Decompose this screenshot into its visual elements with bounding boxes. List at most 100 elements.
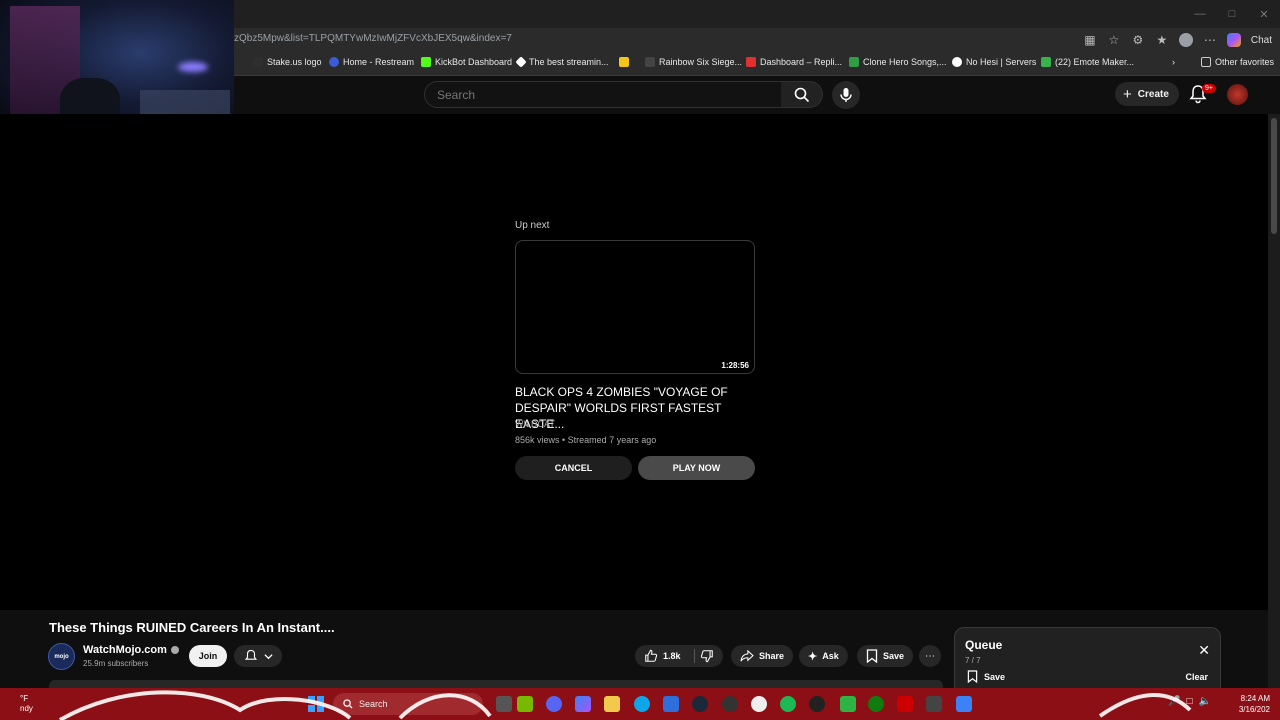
create-button[interactable]: + Create	[1115, 82, 1179, 106]
bookmark-item[interactable]: Home - Restream	[329, 57, 414, 67]
window-controls: — □ ✕	[1184, 0, 1280, 28]
edge-icon[interactable]	[634, 696, 650, 712]
spotify-icon[interactable]	[780, 696, 796, 712]
extensions-icon[interactable]: ⚙	[1131, 33, 1145, 47]
join-button[interactable]: Join	[189, 645, 227, 667]
b-app-icon[interactable]	[840, 696, 856, 712]
profile-avatar[interactable]	[1178, 33, 1193, 47]
chat-label[interactable]: Chat	[1251, 35, 1272, 46]
file-explorer-icon[interactable]	[604, 696, 620, 712]
bookmark-label: Rainbow Six Siege...	[659, 57, 743, 67]
bookmark-item[interactable]: The best streamin...	[515, 56, 609, 68]
channel-name-row[interactable]: WatchMojo.com	[83, 644, 179, 656]
bookmark-favicon	[421, 57, 431, 67]
youtube-header: + Create 9+	[234, 76, 1280, 114]
bookmark-favicon	[1041, 57, 1051, 67]
settings-icon[interactable]	[751, 696, 767, 712]
favorites-icon[interactable]: ★	[1155, 33, 1169, 47]
taskbar-clock[interactable]: 8:24 AM 3/16/202	[1228, 693, 1270, 715]
bookmark-item[interactable]: No Hesi | Servers	[952, 57, 1036, 67]
p-app-icon[interactable]	[926, 696, 942, 712]
channel-avatar[interactable]: mojo	[48, 643, 75, 670]
like-count[interactable]: 1.8k	[663, 651, 681, 661]
app-available-icon[interactable]: ▦	[1083, 33, 1097, 47]
queue-save-label: Save	[984, 671, 1006, 682]
search-box[interactable]	[424, 81, 782, 108]
voice-search-button[interactable]	[832, 81, 860, 109]
steam-icon[interactable]	[692, 696, 708, 712]
favorite-star-icon[interactable]: ☆	[1107, 33, 1121, 47]
channel-name[interactable]: WatchMojo.com	[83, 644, 167, 656]
xbox-icon[interactable]	[868, 696, 884, 712]
page-scrollbar[interactable]	[1268, 114, 1280, 688]
taskbar-search[interactable]: Search	[333, 693, 483, 715]
maximize-icon[interactable]: □	[1216, 0, 1248, 28]
microphone-icon[interactable]: 🎤	[1168, 696, 1180, 707]
weather-widget[interactable]: °F ndy	[20, 694, 33, 714]
bookmark-label: Dashboard – Repli...	[760, 57, 843, 67]
video-title: These Things RUINED Careers In An Instan…	[49, 620, 335, 635]
ask-label: Ask	[822, 651, 839, 661]
copilot-icon[interactable]	[1226, 33, 1241, 47]
bookmark-label: Stake.us logo	[267, 57, 322, 67]
webcam-light	[178, 62, 208, 72]
taskview-icon[interactable]	[496, 696, 512, 712]
bookmark-icon	[866, 649, 878, 663]
windows-start-icon[interactable]	[308, 696, 324, 712]
copilot-icon[interactable]	[575, 696, 591, 712]
bookmark-item[interactable]: Clone Hero Songs,...	[849, 57, 947, 67]
save-button[interactable]: Save	[857, 645, 914, 667]
search-input[interactable]	[425, 82, 781, 107]
clock-date: 3/16/202	[1238, 705, 1270, 714]
4k-app-icon[interactable]	[809, 696, 825, 712]
search-button[interactable]	[781, 81, 823, 108]
subscriber-count: 25.9m subscribers	[83, 659, 149, 668]
description-box[interactable]	[49, 680, 943, 688]
display-icon[interactable]: □	[1186, 696, 1192, 707]
queue-clear-button[interactable]: Clear	[1185, 672, 1208, 682]
share-button[interactable]: Share	[731, 645, 794, 667]
nvidia-icon[interactable]	[517, 696, 533, 712]
play-now-button[interactable]: PLAY NOW	[638, 456, 755, 480]
scrollbar-thumb[interactable]	[1271, 118, 1277, 234]
url-text[interactable]: zQbz5Mpw&list=TLPQMTYwMzIwMjZFVcXbJEX5qw…	[234, 33, 512, 44]
bookmark-item[interactable]	[619, 57, 633, 67]
other-favorites[interactable]: Other favorites	[1201, 57, 1274, 67]
ask-button[interactable]: ✦ Ask	[799, 645, 848, 667]
racing-app-icon[interactable]	[897, 696, 913, 712]
account-avatar[interactable]	[1227, 84, 1248, 105]
search-icon	[794, 87, 809, 102]
bookmark-item[interactable]: Stake.us logo	[253, 57, 322, 67]
bookmark-item[interactable]: Dashboard – Repli...	[746, 57, 842, 67]
bookmark-label: Clone Hero Songs,...	[863, 57, 947, 67]
bookmark-favicon	[515, 56, 527, 68]
bookmark-item[interactable]: Rainbow Six Siege...	[645, 57, 742, 67]
up-next-channel[interactable]: WILDCAT	[515, 419, 555, 429]
search-icon	[343, 699, 353, 709]
queue-save-button[interactable]: Save	[967, 670, 1005, 683]
thumbs-down-icon[interactable]	[700, 649, 714, 663]
discord-icon[interactable]	[546, 696, 562, 712]
more-menu-icon[interactable]: ⋯	[1203, 33, 1217, 47]
up-next-label: Up next	[515, 220, 550, 231]
folder-icon	[1201, 57, 1211, 67]
more-actions-icon[interactable]: ⋯	[919, 645, 941, 667]
bell-icon	[244, 649, 257, 660]
close-icon[interactable]: ✕	[1198, 642, 1210, 659]
minimize-icon[interactable]: —	[1184, 0, 1216, 28]
bookmark-item[interactable]: KickBot Dashboard	[421, 57, 512, 67]
cancel-autoplay-button[interactable]: CANCEL	[515, 456, 632, 480]
active-window-icon[interactable]	[956, 696, 972, 712]
thumbs-up-icon[interactable]	[644, 649, 658, 663]
store-icon[interactable]	[663, 696, 679, 712]
windows-taskbar: °F ndy Search 🎤 □ 🔈 8:24 AM 3/16/202	[0, 688, 1280, 720]
speaker-icon[interactable]: 🔈	[1199, 696, 1211, 707]
bookmark-item[interactable]: (22) Emote Maker...	[1041, 57, 1134, 67]
bookmark-label: No Hesi | Servers	[966, 57, 1037, 67]
plus-icon: +	[1123, 85, 1132, 103]
close-window-icon[interactable]: ✕	[1248, 0, 1280, 28]
up-next-thumbnail[interactable]: 1:28:56	[515, 240, 755, 374]
obs-icon[interactable]	[722, 696, 738, 712]
bookmarks-overflow-chevron-icon[interactable]: ›	[1172, 57, 1175, 67]
subscription-bell-button[interactable]	[234, 645, 282, 667]
